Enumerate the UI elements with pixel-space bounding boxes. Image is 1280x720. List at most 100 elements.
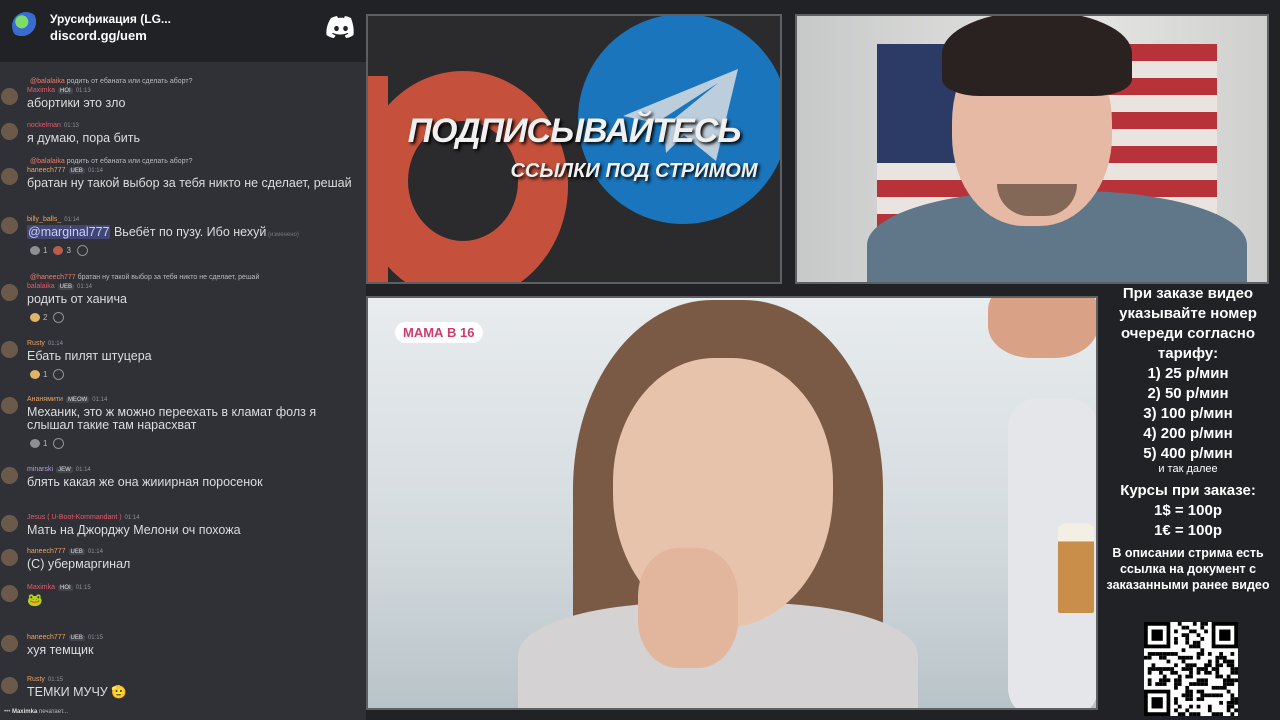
discord-logo-icon (326, 16, 354, 38)
avatar[interactable] (1, 397, 18, 414)
username[interactable]: Rusty (27, 676, 45, 683)
tariff-item: 1) 25 р/мин (1147, 365, 1229, 382)
server-header[interactable]: Урусификация (LG... discord.gg/uem (0, 0, 366, 62)
reaction-count: 1 (43, 369, 48, 379)
username[interactable]: nockelman (27, 122, 61, 129)
server-name: Урусификация (LG... (50, 12, 171, 26)
reply-text: родить от ебаната или сделать аборт? (64, 78, 193, 85)
avatar[interactable] (1, 467, 18, 484)
timestamp: 01:13 (63, 123, 79, 129)
username[interactable]: Jesus ( U-Boot-Kommandant ) (27, 514, 122, 521)
message-text: Ебать пилят штуцера (27, 349, 152, 363)
message-text: я думаю, пора бить (27, 131, 140, 145)
reaction-count: 3 (66, 245, 71, 255)
role-badge: HOI (58, 585, 73, 591)
message-header: balalaika UEB 01:14 (27, 283, 92, 290)
ice-cream-cone (1058, 523, 1094, 613)
username[interactable]: billy_balls_ (27, 216, 61, 223)
avatar[interactable] (1, 585, 18, 602)
message-header: Rusty 01:14 (27, 340, 63, 347)
timestamp: 01:14 (75, 467, 91, 473)
role-badge: UEB (57, 284, 74, 290)
server-invite-link[interactable]: discord.gg/uem (50, 28, 147, 43)
username[interactable]: haneech777 (27, 634, 66, 641)
video-girl-hand (638, 548, 738, 668)
reply-author: @balalaika (30, 158, 65, 165)
avatar[interactable] (1, 341, 18, 358)
rates-heading: Курсы при заказе: (1120, 482, 1256, 499)
message-header: nockelman 01:13 (27, 122, 79, 129)
avatar[interactable] (1, 549, 18, 566)
timestamp: 01:15 (75, 585, 91, 591)
username[interactable]: balalaika (27, 283, 55, 290)
reaction-bar: 1 (30, 438, 65, 449)
add-reaction-icon[interactable] (53, 438, 65, 449)
username[interactable]: haneech777 (27, 548, 66, 555)
message-header: Ананямити MEOW 01:14 (27, 396, 107, 403)
username[interactable]: haneech777 (27, 167, 66, 174)
reaction[interactable]: 1 (30, 246, 47, 255)
username[interactable]: Rusty (27, 340, 45, 347)
rate-eur: 1€ = 100р (1154, 522, 1222, 539)
message-text: Механик, это ж можно переехать в кламат … (27, 405, 317, 432)
speech-emoji-icon (30, 439, 40, 448)
avatar[interactable] (1, 515, 18, 532)
heart-emoji-icon (53, 246, 64, 255)
avatar[interactable] (1, 284, 18, 301)
reply-text: братан ну такой выбор за тебя никто не с… (75, 274, 260, 281)
show-logo-badge: МАМА В 16 (395, 322, 483, 343)
username[interactable]: Maximka (27, 87, 55, 94)
timestamp: 01:14 (124, 515, 140, 521)
username[interactable]: Maximka (27, 584, 55, 591)
avatar[interactable] (1, 677, 18, 694)
streamer-hair (942, 16, 1132, 96)
message-text: @marginal777 Вьебёт по пузу. Ибо нехуй (… (27, 225, 299, 239)
tariff-item: 3) 100 р/мин (1143, 405, 1233, 422)
tariff-item: 5) 400 р/мин (1143, 445, 1233, 462)
add-reaction-icon[interactable] (53, 312, 65, 323)
message-text: (C) убермаргинал (27, 557, 131, 571)
clap-emoji-icon (30, 370, 40, 379)
timestamp: 01:14 (76, 284, 92, 290)
tariff-list: 1) 25 р/мин 2) 50 р/мин 3) 100 р/мин 4) … (1098, 364, 1278, 464)
timestamp: 01:15 (47, 677, 63, 683)
add-reaction-icon[interactable] (76, 245, 88, 256)
server-avatar (12, 12, 40, 40)
message-text: ТЕМКИ МУЧУ 🫡 (27, 685, 127, 699)
reaction-bar: 2 (30, 312, 65, 323)
username[interactable]: minarski (27, 466, 53, 473)
message-header: haneech777 UEB 01:15 (27, 634, 103, 641)
avatar[interactable] (1, 635, 18, 652)
user-mention[interactable]: @marginal777 (27, 225, 111, 239)
reaction-bar: 1 (30, 369, 65, 380)
order-description: В описании стрима есть ссылка на докумен… (1106, 546, 1270, 592)
message-header: haneech777 UEB 01:14 (27, 548, 103, 555)
reply-preview[interactable]: @balalaika родить от ебаната или сделать… (30, 78, 193, 85)
avatar[interactable] (1, 88, 18, 105)
message-text: братан ну такой выбор за тебя никто не с… (27, 176, 352, 190)
role-badge: MEOW (65, 397, 90, 403)
reaction-count: 2 (43, 312, 48, 322)
reply-preview[interactable]: @haneech777 братан ну такой выбор за теб… (30, 274, 259, 281)
reaction[interactable]: 3 (53, 245, 71, 255)
clap-emoji-icon (30, 313, 40, 322)
avatar[interactable] (1, 168, 18, 185)
reply-preview[interactable]: @balalaika родить от ебаната или сделать… (30, 158, 193, 165)
reply-author: @balalaika (30, 78, 65, 85)
order-info-panel: При заказе видео указывайте номер очеред… (1098, 284, 1278, 593)
reaction[interactable]: 2 (30, 313, 47, 322)
promo-title: ПОДПИСЫВАЙТЕСЬ (407, 112, 742, 150)
qr-code[interactable] (1144, 622, 1238, 716)
message-header: Maximka HOI 01:13 (27, 87, 91, 94)
avatar[interactable] (1, 123, 18, 140)
message-text: 🐸 (27, 593, 43, 607)
reaction[interactable]: 1 (30, 370, 47, 379)
timestamp: 01:14 (47, 341, 63, 347)
username[interactable]: Ананямити (27, 396, 63, 403)
avatar[interactable] (1, 217, 18, 234)
edited-tag: (изменено) (266, 232, 299, 238)
reaction-count: 1 (43, 245, 48, 255)
reaction[interactable]: 1 (30, 439, 47, 448)
message-header: Maximka HOI 01:15 (27, 584, 91, 591)
add-reaction-icon[interactable] (53, 369, 65, 380)
